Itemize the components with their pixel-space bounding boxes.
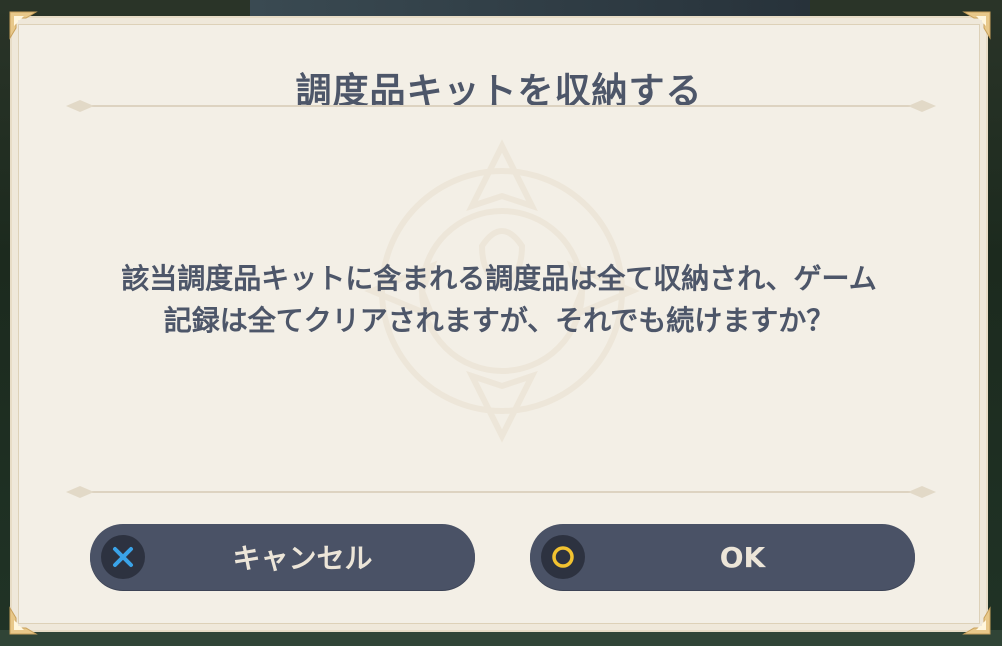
ok-button-label: OK (719, 540, 766, 574)
ornamental-divider (66, 100, 936, 112)
confirm-dialog: 調度品キットを収納する 該当調度品キットに含まれる調度品は全て収納され、ゲーム … (9, 11, 991, 635)
corner-ornament-icon (9, 11, 38, 40)
background-ground (0, 630, 1002, 646)
corner-ornament-icon (962, 11, 991, 40)
message-line: 該当調度品キットに含まれる調度品は全て収納され、ゲーム (121, 262, 877, 295)
message-line: 記録は全てクリアされますが、それでも続けますか？ (163, 304, 835, 337)
ok-button[interactable]: OK (530, 524, 915, 590)
circle-icon (541, 535, 585, 579)
corner-ornament-icon (9, 606, 38, 635)
cancel-button-label: キャンセル (232, 542, 373, 575)
corner-ornament-icon (962, 606, 991, 635)
dialog-message: 該当調度品キットに含まれる調度品は全て収納され、ゲーム 記録は全てクリアされます… (52, 258, 946, 342)
cancel-button[interactable]: キャンセル (90, 524, 475, 590)
ornamental-divider (66, 486, 936, 498)
cross-icon (101, 535, 145, 579)
